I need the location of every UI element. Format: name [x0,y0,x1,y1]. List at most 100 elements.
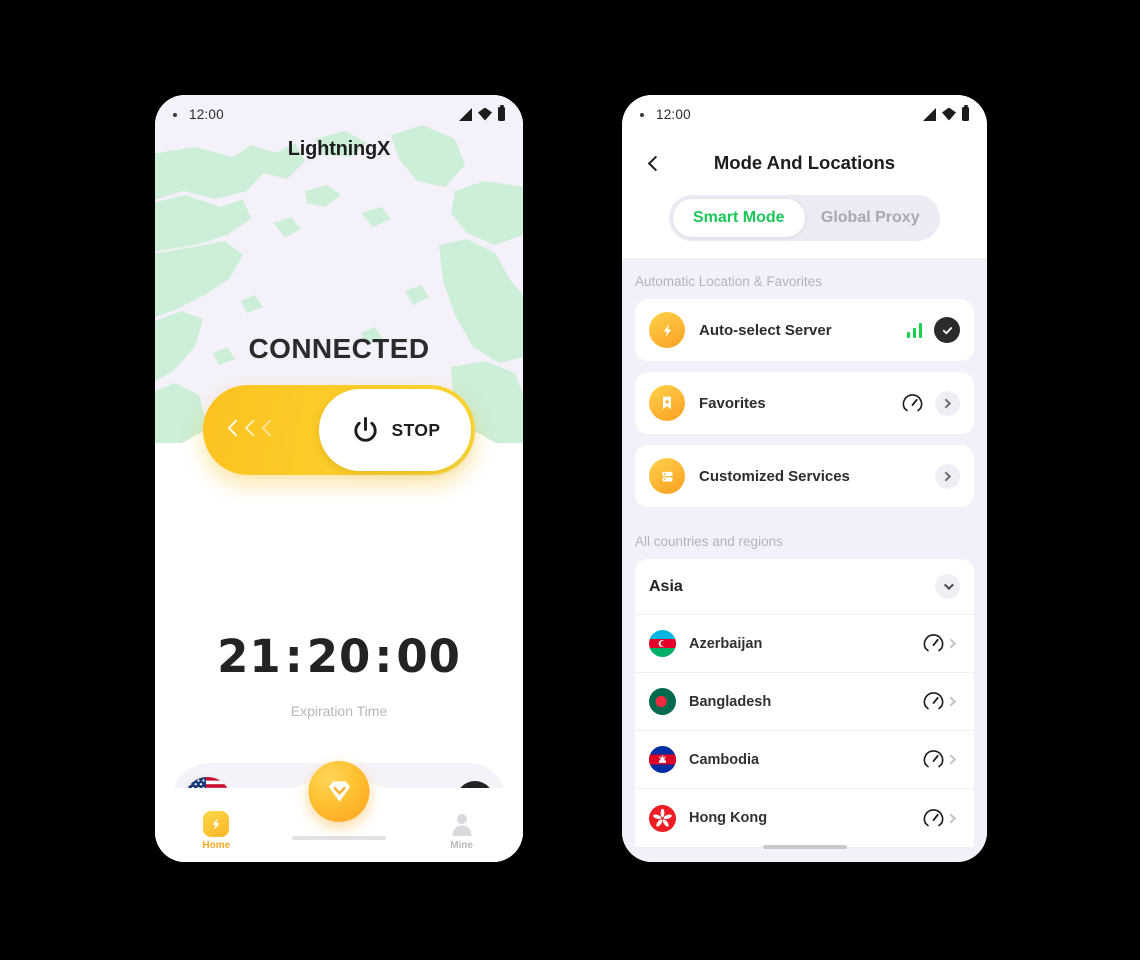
home-screen-phone: 12:00 LightningX CONNECTED STOP 21:20:00… [155,95,523,862]
chevron-left-icon [261,419,274,441]
locations-list[interactable]: Automatic Location & Favorites Auto-sele… [622,258,987,862]
region-group-asia: Asia Azerbaijan Bangladesh Cambodia Hong… [635,559,974,847]
chevron-right-icon[interactable] [944,638,960,649]
expiration-timer: 21:20:00 [155,630,523,683]
speedometer-icon[interactable] [923,749,944,770]
tab-global-proxy[interactable]: Global Proxy [805,199,937,237]
nav-label-home: Home [202,840,231,851]
power-icon [353,416,377,442]
row-accessories [906,317,960,343]
chevron-right-icon[interactable] [944,754,960,765]
hk-flag [649,804,676,832]
speedometer-icon[interactable] [902,393,923,414]
region-name: Asia [649,577,683,595]
check-icon[interactable] [934,317,960,343]
chevron-right-icon[interactable] [944,696,960,707]
kh-flag-svg [649,746,676,773]
country-row[interactable]: Hong Kong [635,789,974,847]
row-accessories [935,463,960,489]
section-label-countries: All countries and regions [635,534,783,549]
status-bar: 12:00 [155,95,523,133]
bookmark-star-glyph [663,396,671,410]
tab-smart-mode[interactable]: Smart Mode [673,199,805,237]
status-dot-icon [173,112,177,117]
wifi-icon [942,107,956,121]
chevron-right-icon[interactable] [935,390,960,416]
timer-hours: 21 [217,630,282,683]
lightning-bolt-glyph [212,818,220,830]
speedometer-icon[interactable] [923,633,944,654]
speedometer-icon[interactable] [923,808,944,829]
country-name: Azerbaijan [689,635,763,652]
hk-flag-svg [649,804,676,832]
country-name: Bangladesh [689,693,772,710]
row-label: Favorites [699,394,766,412]
diamond-down-icon [328,780,350,802]
signal-icon [459,107,472,121]
upgrade-fab-button[interactable] [308,761,370,822]
home-indicator [762,845,847,849]
bd-flag [649,688,676,715]
signal-icon [923,107,936,121]
disconnect-slider[interactable]: STOP [203,385,475,475]
speedometer-icon[interactable] [923,691,944,712]
slider-knob[interactable]: STOP [319,389,471,471]
lightning-icon [649,312,685,348]
person-icon [452,814,472,836]
region-header[interactable]: Asia [635,559,974,615]
chevron-right-icon[interactable] [935,463,960,489]
server-icon [649,458,685,494]
slider-label: STOP [391,419,441,440]
signal-bars-icon [906,322,922,338]
timer-minutes: 20 [306,630,372,683]
nav-label-mine: Mine [450,840,473,851]
connection-status: CONNECTED [248,333,430,364]
lightning-icon [203,811,230,837]
country-name: Hong Kong [689,810,768,826]
status-icons [923,105,969,121]
locations-screen-phone: 12:00 Mode And Locations Smart Mode Glob… [622,95,987,862]
timer-sep: : [374,630,394,683]
chevron-left-icon [647,155,663,171]
timer-sep: : [284,630,304,683]
lightning-bolt-glyph [663,323,671,337]
page-title: Mode And Locations [713,152,896,173]
mode-segmented-control: Smart Mode Global Proxy [669,195,940,241]
section-label-automatic: Automatic Location & Favorites [635,274,822,289]
row-favorites[interactable]: Favorites [635,372,974,434]
az-flag [649,630,676,657]
kh-flag [649,746,676,773]
app-title: LightningX [287,138,391,160]
country-name: Cambodia [689,751,760,768]
status-time: 12:00 [189,106,224,122]
bd-flag-svg [649,688,676,715]
check-glyph [942,326,952,334]
nav-item-mine[interactable]: Mine [400,811,523,851]
row-customized-services[interactable]: Customized Services [635,445,974,507]
row-accessories [902,390,960,416]
status-bar: 12:00 [622,95,987,133]
row-label: Customized Services [699,467,850,485]
chevron-left-icon [227,419,240,441]
bookmark-star-icon [649,385,685,421]
row-label: Auto-select Server [699,321,832,339]
country-row[interactable]: Bangladesh [635,673,974,731]
nav-item-home[interactable]: Home [155,811,278,851]
slider-chevron-hint [227,419,274,441]
navigation-bar: Mode And Locations [622,142,987,184]
chevron-right-icon[interactable] [944,813,960,823]
country-row[interactable]: Azerbaijan [635,615,974,673]
battery-icon [962,105,969,121]
country-row[interactable]: Cambodia [635,731,974,789]
row-auto-select-server[interactable]: Auto-select Server [635,299,974,361]
status-dot-icon [640,112,644,117]
az-flag-svg [649,630,676,657]
timer-caption: Expiration Time [290,703,388,719]
home-indicator [292,836,386,840]
status-icons [459,105,505,121]
chevron-down-icon[interactable] [935,574,960,599]
back-button[interactable] [640,150,666,176]
wifi-icon [478,107,492,121]
server-glyph [662,471,672,481]
battery-icon [498,105,505,121]
